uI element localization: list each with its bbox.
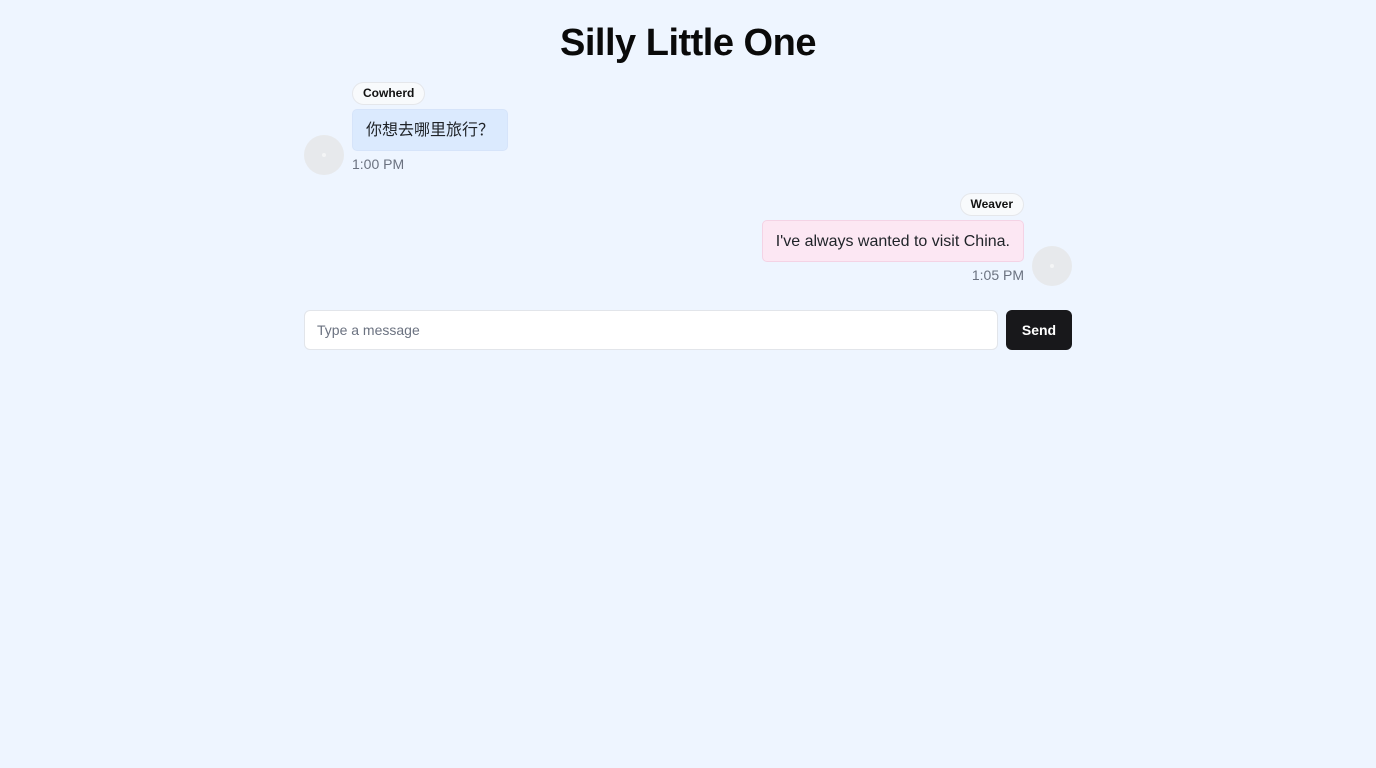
message-input[interactable] <box>304 310 998 350</box>
sender-name-badge: Weaver <box>959 193 1024 216</box>
send-button[interactable]: Send <box>1006 310 1072 350</box>
avatar <box>1032 246 1072 286</box>
message-timestamp: 1:00 PM <box>352 156 405 172</box>
message-composer: Send <box>304 310 1072 350</box>
chat-thread: Cowherd 你想去哪里旅行？ 1:00 PM Weaver I've alw… <box>304 82 1072 289</box>
message-bubble: I've always wanted to visit China. <box>761 220 1024 262</box>
avatar <box>304 135 344 175</box>
chat-message: Weaver I've always wanted to visit China… <box>304 193 1072 289</box>
message-timestamp: 1:05 PM <box>971 267 1024 283</box>
message-bubble: 你想去哪里旅行？ <box>352 109 509 151</box>
sender-name-badge: Cowherd <box>352 82 426 105</box>
page-title: Silly Little One <box>560 22 816 64</box>
chat-message: Cowherd 你想去哪里旅行？ 1:00 PM <box>304 82 1072 178</box>
